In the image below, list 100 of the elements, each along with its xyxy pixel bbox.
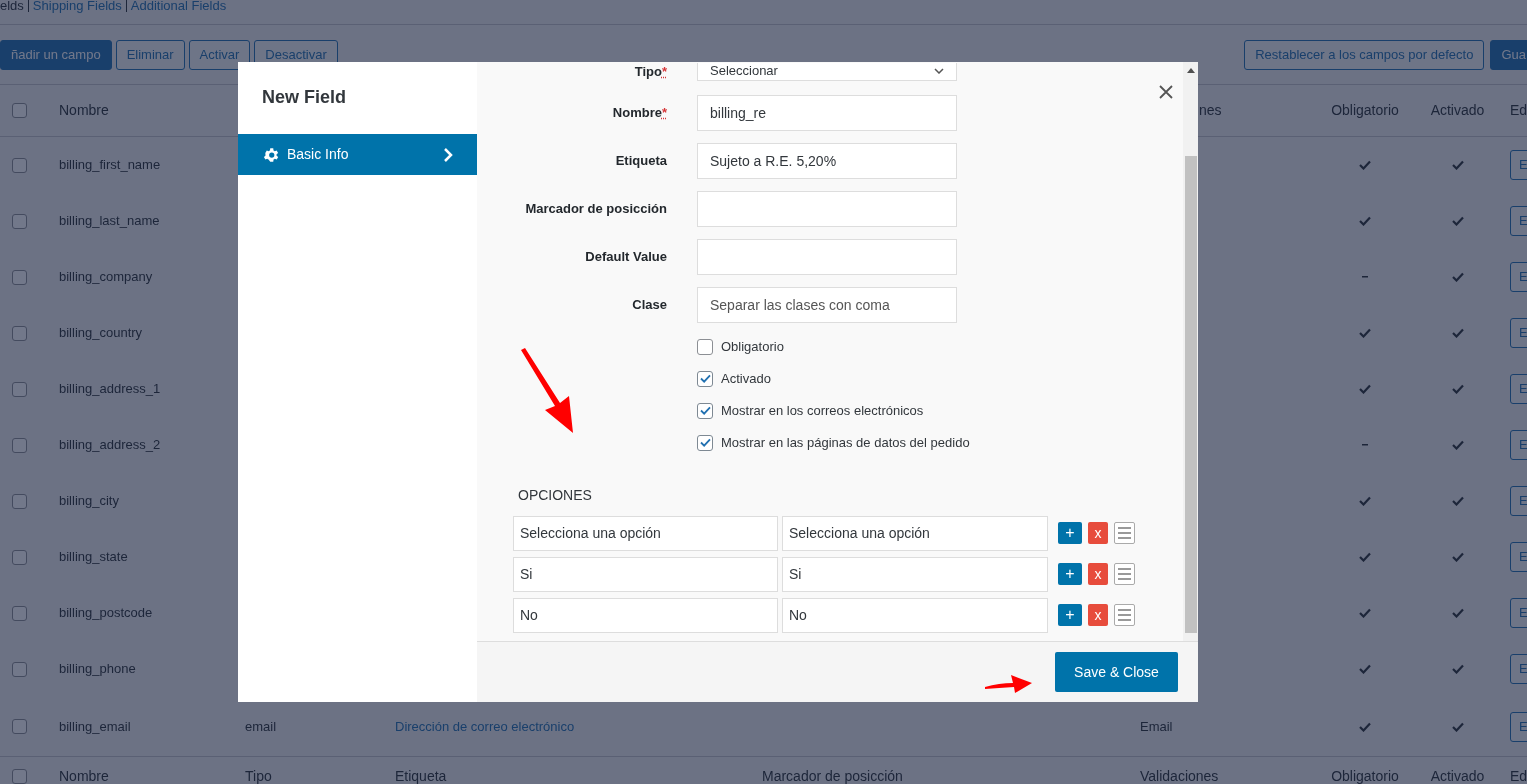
field-label: Nombre* [611,103,667,122]
gear-icon [262,145,280,164]
column-header: Activado [1430,766,1485,784]
edit-button[interactable]: E [1510,430,1527,460]
column-header: Nombre [59,766,110,784]
table-cell-text: billing_address_2 [59,436,162,455]
toolbar-button[interactable]: Eliminar [115,40,185,70]
checkbox-label: Obligatorio [721,337,784,356]
row-checkbox[interactable] [12,437,27,453]
row-checkbox[interactable] [12,213,27,229]
add-option-button[interactable]: + [1058,522,1082,544]
modal-title: New Field [261,86,347,109]
option-key-field[interactable]: Selecciona una opción [513,515,778,551]
section-tab-link[interactable]: Additional Fields [130,0,227,12]
option-text-field[interactable]: No [782,597,1048,633]
remove-option-button[interactable]: x [1088,604,1108,626]
select-all-checkbox[interactable] [12,768,27,784]
sidebar-tab[interactable]: Basic Info [238,134,477,175]
row-checkbox[interactable] [12,325,27,341]
table-cell-text: billing_email [59,717,132,736]
table-cell-text: Dirección de correo electrónico [395,717,576,736]
scroll-up-icon [1186,68,1195,73]
column-header: Obligatorio [1331,101,1399,120]
option-key-field[interactable]: No [513,597,778,633]
text-field[interactable]: Separar las clases con coma [697,286,957,323]
drag-handle[interactable] [1114,563,1135,585]
column-header: Etiqueta [395,766,448,784]
remove-option-button[interactable]: x [1088,563,1108,585]
option-text-field[interactable]: Si [782,556,1048,592]
table-cell-text: billing_postcode [59,604,154,623]
check-icon [699,406,711,415]
section-tab-link[interactable]: Shipping Fields [32,0,122,12]
column-header: nes [1199,101,1222,120]
column-header: Ed [1510,101,1527,120]
column-header: Marcador de posicción [762,766,904,784]
check-icon [699,438,711,447]
column-header: Tipo [245,766,273,784]
column-header: Nombre [59,101,109,120]
field-label: Tipo* [633,63,667,81]
field-label: Default Value [584,247,667,266]
edit-button[interactable]: E [1510,206,1527,236]
column-header: Activado [1430,101,1485,120]
checkbox-label: Activado [721,369,771,388]
field-label: Clase [631,295,667,314]
field-label: Etiqueta [614,151,667,170]
column-header: Validaciones [1140,766,1220,784]
table-cell-text: Email [1140,717,1174,736]
column-header: Ed [1510,766,1527,784]
table-cell-text: billing_state [59,548,129,567]
toolbar-button[interactable]: Gua [1490,40,1527,70]
remove-option-button[interactable]: x [1088,522,1108,544]
checkbox[interactable] [697,434,713,451]
add-option-button[interactable]: + [1058,563,1082,585]
edit-button[interactable]: E [1510,150,1527,180]
toolbar-button[interactable]: Activar [188,40,251,70]
text-field[interactable]: Sujeto a R.E. 5,20% [697,142,957,179]
row-checkbox[interactable] [12,605,27,621]
edit-button[interactable]: E [1510,542,1527,572]
select-all-checkbox[interactable] [12,103,27,118]
checkbox[interactable] [697,338,713,355]
row-checkbox[interactable] [12,157,27,173]
checkbox-label: Mostrar en los correos electrónicos [721,401,924,420]
edit-button[interactable]: E [1510,374,1527,404]
row-checkbox[interactable] [12,661,27,677]
type-select[interactable]: Seleccionar [697,62,957,81]
row-checkbox[interactable] [12,269,27,285]
row-checkbox[interactable] [12,719,27,734]
row-checkbox[interactable] [12,549,27,565]
check-icon [699,374,711,383]
edit-button[interactable]: E [1510,262,1527,292]
edit-button[interactable]: E [1510,711,1527,742]
text-field[interactable] [697,190,957,227]
table-cell-text: billing_company [59,268,154,287]
option-text-field[interactable]: Selecciona una opción [782,515,1048,551]
drag-handle[interactable] [1114,522,1135,544]
scrollbar[interactable] [1183,62,1198,641]
table-cell-text: billing_phone [59,660,137,679]
drag-handle[interactable] [1114,604,1135,626]
toolbar-button[interactable]: Restablecer a los campos por defecto [1244,40,1485,70]
field-label: Marcador de posicción [524,199,667,218]
row-checkbox[interactable] [12,493,27,509]
close-icon[interactable] [1159,85,1173,99]
checkbox[interactable] [697,402,713,419]
section-tab-link[interactable]: elds [0,0,24,12]
option-key-field[interactable]: Si [513,556,778,592]
edit-button[interactable]: E [1510,654,1527,684]
column-header: Obligatorio [1331,766,1399,784]
checkbox[interactable] [697,370,713,387]
text-field[interactable]: billing_re [697,94,957,131]
table-cell-text: billing_city [59,492,120,511]
edit-button[interactable]: E [1510,486,1527,516]
add-option-button[interactable]: + [1058,604,1082,626]
edit-button[interactable]: E [1510,598,1527,628]
text-field[interactable] [697,238,957,275]
row-checkbox[interactable] [12,381,27,397]
edit-button[interactable]: E [1510,318,1527,348]
chevron-right-icon [443,146,453,163]
toolbar-button[interactable]: ñadir un campo [0,40,112,70]
save-close-button[interactable]: Save & Close [1055,652,1178,692]
table-cell-text: billing_country [59,324,144,343]
